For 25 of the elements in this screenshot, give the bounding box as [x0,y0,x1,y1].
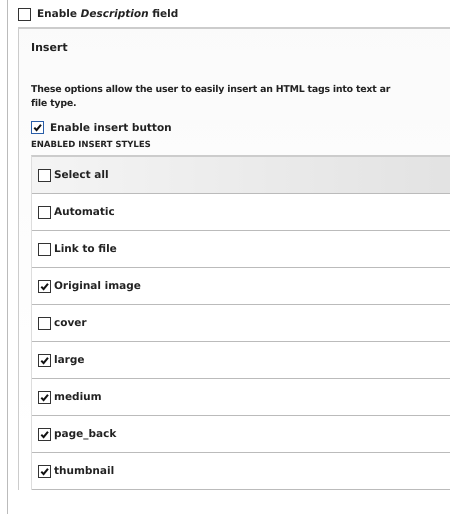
checkbox[interactable] [38,316,51,330]
checkbox-label: medium [54,391,102,403]
checkbox[interactable] [38,242,51,256]
checkbox[interactable] [38,168,51,182]
checkbox-label: large [54,354,85,366]
checkbox[interactable] [38,354,51,366]
checkbox[interactable] [38,280,51,292]
checkbox-label: thumbnail [54,465,114,477]
checkbox[interactable] [38,428,51,440]
checkbox[interactable] [31,121,44,134]
checkbox-label: Select all [54,169,109,181]
checkbox[interactable] [38,390,51,404]
section-heading: ENABLED INSERT STYLES [31,140,152,150]
checkbox-label: Original image [54,280,141,292]
checkbox-label: Link to file [54,243,117,255]
checkbox[interactable] [38,464,51,478]
checkbox[interactable] [38,206,51,218]
checkbox-label: Automatic [54,206,115,218]
checkbox[interactable] [18,8,31,20]
description-text: These options allow the user to easily insert an HTML tags into text ar file type. [31,83,392,111]
checkbox-label: page_back [54,428,116,440]
fieldset-legend: Insert [31,37,450,57]
checkbox-label: Enable Description field [37,8,178,20]
checkbox-label: Enable insert button [50,122,172,134]
checkbox-label: cover [54,317,87,329]
